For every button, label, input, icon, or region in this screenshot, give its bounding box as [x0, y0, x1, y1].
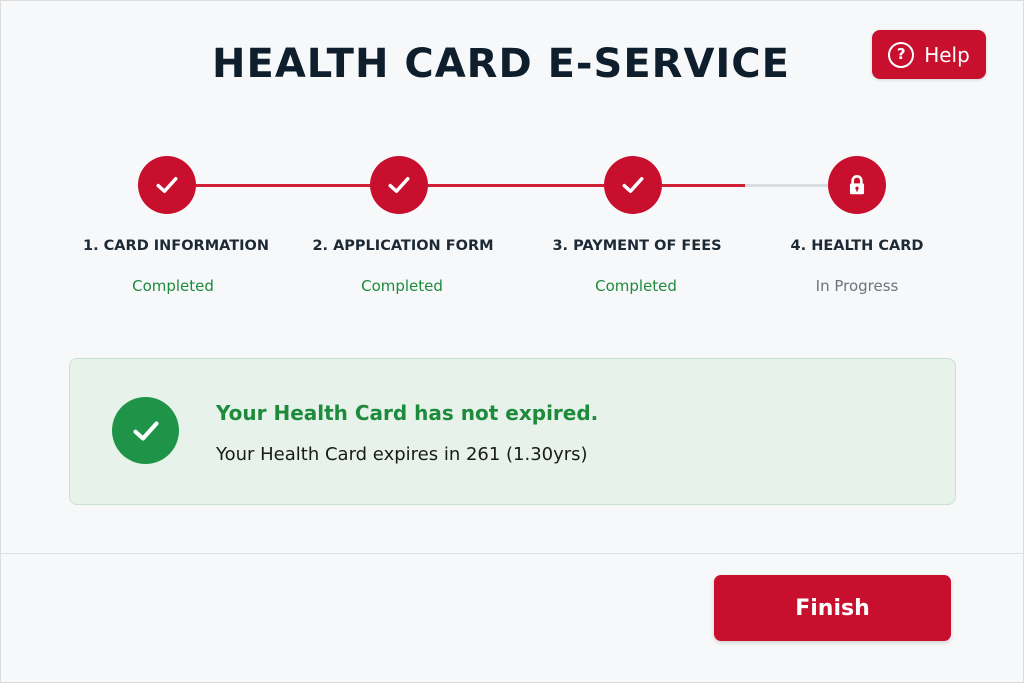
step-3-label: 3. PAYMENT OF FEES: [552, 238, 722, 254]
step-2-marker: [370, 156, 428, 214]
lock-icon: [849, 175, 865, 195]
footer-divider: [1, 553, 1024, 554]
status-alert: Your Health Card has not expired. Your H…: [69, 358, 956, 505]
step-2-label: 2. APPLICATION FORM: [312, 238, 494, 254]
step-connector-1: [167, 184, 399, 187]
check-icon: [388, 177, 410, 193]
alert-message: Your Health Card expires in 261 (1.30yrs…: [216, 444, 588, 465]
alert-title: Your Health Card has not expired.: [216, 401, 599, 425]
step-4-status: In Progress: [815, 277, 899, 295]
step-connector-2: [399, 184, 633, 187]
progress-stepper: 1. CARD INFORMATION Completed 2. APPLICA…: [1, 1, 1024, 321]
app-window: HEALTH CARD E-SERVICE ? Help 1. CARD INF…: [0, 0, 1024, 683]
step-3-status: Completed: [595, 277, 677, 295]
step-2-status: Completed: [361, 277, 443, 295]
step-1-label: 1. CARD INFORMATION: [83, 238, 269, 254]
step-4-label: 4. HEALTH CARD: [790, 238, 924, 254]
step-4-marker: [828, 156, 886, 214]
finish-button[interactable]: Finish: [714, 575, 951, 641]
check-icon: [156, 177, 178, 193]
step-1-status: Completed: [132, 277, 214, 295]
check-circle-icon: [112, 397, 179, 464]
check-icon: [622, 177, 644, 193]
step-3-marker: [604, 156, 662, 214]
step-1-marker: [138, 156, 196, 214]
